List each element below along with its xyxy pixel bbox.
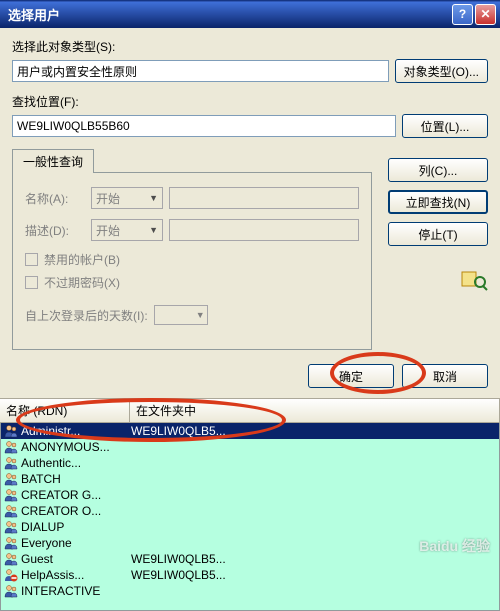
results-header: 名称 (RDN) 在文件夹中 xyxy=(0,398,500,423)
table-row[interactable]: CREATOR G... xyxy=(1,487,499,503)
table-row[interactable]: Everyone xyxy=(1,535,499,551)
table-row[interactable]: BATCH xyxy=(1,471,499,487)
column-name[interactable]: 名称 (RDN) xyxy=(0,399,130,422)
user-icon xyxy=(3,456,19,470)
row-folder: WE9LIW0QLB5... xyxy=(131,568,226,582)
row-name: BATCH xyxy=(21,472,131,486)
row-name: DIALUP xyxy=(21,520,131,534)
search-icon[interactable] xyxy=(460,268,488,298)
disabled-accounts-label: 禁用的帐户(B) xyxy=(44,251,120,268)
user-icon xyxy=(3,536,19,550)
right-button-column: 列(C)... 立即查找(N) 停止(T) xyxy=(388,158,488,298)
user-icon xyxy=(3,520,19,534)
column-folder[interactable]: 在文件夹中 xyxy=(130,399,500,422)
object-type-field[interactable] xyxy=(12,60,389,82)
row-name: CREATOR G... xyxy=(21,488,131,502)
object-type-label: 选择此对象类型(S): xyxy=(12,38,488,55)
row-name: INTERACTIVE xyxy=(21,584,131,598)
tab-general-query[interactable]: 一般性查询 xyxy=(12,149,94,173)
table-row[interactable]: HelpAssis...WE9LIW0QLB5... xyxy=(1,567,499,583)
user-deny-icon xyxy=(3,568,19,582)
row-name: Everyone xyxy=(21,536,131,550)
row-folder: WE9LIW0QLB5... xyxy=(131,424,226,438)
dialog-content: 选择此对象类型(S): 对象类型(O)... 查找位置(F): 位置(L)...… xyxy=(0,28,500,356)
titlebar: 选择用户 ? ✕ xyxy=(0,0,500,28)
location-field[interactable] xyxy=(12,115,396,137)
table-row[interactable]: GuestWE9LIW0QLB5... xyxy=(1,551,499,567)
tab-panel: 名称(A): 开始▼ 描述(D): 开始▼ 禁用的帐户(B) 不过期密码(X) … xyxy=(12,172,372,350)
find-now-button[interactable]: 立即查找(N) xyxy=(388,190,488,214)
desc-mode-combo[interactable]: 开始▼ xyxy=(91,219,163,241)
name-mode-combo[interactable]: 开始▼ xyxy=(91,187,163,209)
table-row[interactable]: DIALUP xyxy=(1,519,499,535)
table-row[interactable]: Authentic... xyxy=(1,455,499,471)
row-name: ANONYMOUS... xyxy=(21,440,131,454)
user-icon xyxy=(3,488,19,502)
close-button[interactable]: ✕ xyxy=(475,4,496,25)
results-list[interactable]: Administr...WE9LIW0QLB5...ANONYMOUS...Au… xyxy=(0,423,500,611)
nonexpiring-password-label: 不过期密码(X) xyxy=(44,274,120,291)
row-name: Administr... xyxy=(21,424,131,438)
days-combo[interactable]: ▼ xyxy=(154,305,208,325)
table-row[interactable]: INTERACTIVE xyxy=(1,583,499,599)
location-label: 查找位置(F): xyxy=(12,93,488,110)
days-label: 自上次登录后的天数(I): xyxy=(25,307,148,324)
desc-input[interactable] xyxy=(169,219,359,241)
stop-button[interactable]: 停止(T) xyxy=(388,222,488,246)
ok-button[interactable]: 确定 xyxy=(308,364,394,388)
user-icon xyxy=(3,472,19,486)
user-icon xyxy=(3,440,19,454)
name-label: 名称(A): xyxy=(25,190,85,207)
desc-label: 描述(D): xyxy=(25,222,85,239)
row-name: Authentic... xyxy=(21,456,131,470)
dialog-buttons: 确定 取消 xyxy=(0,356,500,398)
row-name: HelpAssis... xyxy=(21,568,131,582)
nonexpiring-password-checkbox[interactable] xyxy=(25,276,38,289)
user-icon xyxy=(3,424,19,438)
cancel-button[interactable]: 取消 xyxy=(402,364,488,388)
table-row[interactable]: Administr...WE9LIW0QLB5... xyxy=(1,423,499,439)
disabled-accounts-checkbox[interactable] xyxy=(25,253,38,266)
user-icon xyxy=(3,584,19,598)
columns-button[interactable]: 列(C)... xyxy=(388,158,488,182)
table-row[interactable]: ANONYMOUS... xyxy=(1,439,499,455)
help-button[interactable]: ? xyxy=(452,4,473,25)
name-input[interactable] xyxy=(169,187,359,209)
window-title: 选择用户 xyxy=(4,5,450,24)
user-icon xyxy=(3,504,19,518)
row-name: CREATOR O... xyxy=(21,504,131,518)
table-row[interactable]: CREATOR O... xyxy=(1,503,499,519)
location-button[interactable]: 位置(L)... xyxy=(402,114,488,138)
object-type-button[interactable]: 对象类型(O)... xyxy=(395,59,488,83)
